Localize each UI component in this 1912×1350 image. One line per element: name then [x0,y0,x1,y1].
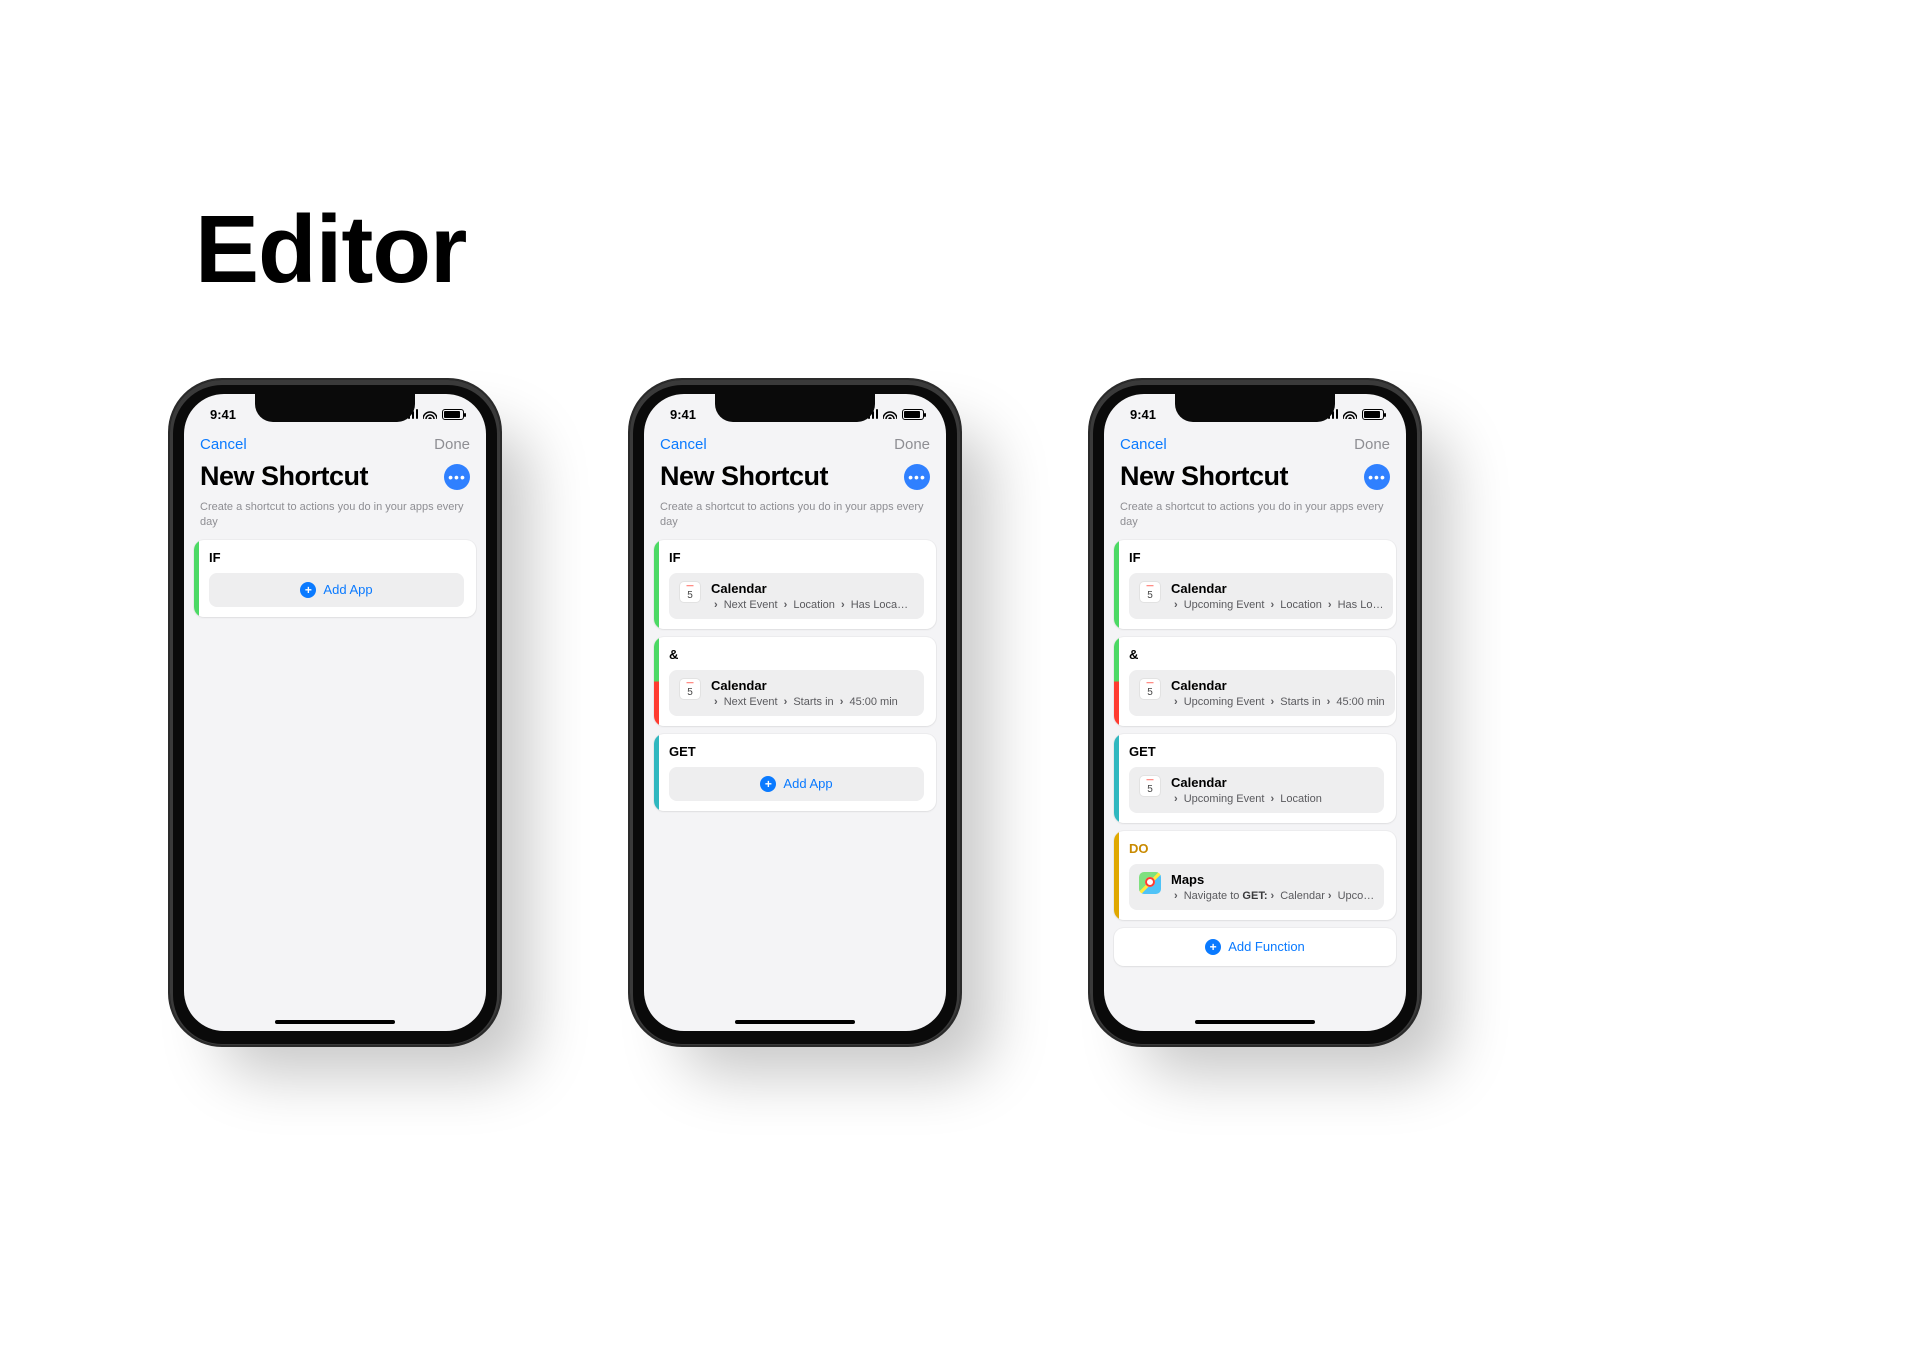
breadcrumb: › Upcoming Event › Location [1171,793,1374,805]
plus-icon: + [760,776,776,792]
page-header: New Shortcut ••• [644,457,946,492]
app-name: Calendar [1171,678,1385,693]
breadcrumb: › Next Event › Location › Has Loca… [711,599,914,611]
done-button[interactable]: Done [1354,436,1390,453]
card-label: DO [1129,841,1384,856]
battery-icon [442,409,464,420]
app-row[interactable]: —5 Calendar › Next Event › Location › Has … [669,573,924,619]
screen-title: New Shortcut [1120,461,1288,492]
cancel-button[interactable]: Cancel [200,436,247,453]
page-header: New Shortcut ••• [1104,457,1406,492]
battery-icon [902,409,924,420]
battery-icon [1362,409,1384,420]
home-indicator [1195,1020,1315,1024]
card-label: IF [1129,550,1393,565]
more-button[interactable]: ••• [904,464,930,490]
editor-content: IF + Add App [184,540,486,617]
plus-icon: + [1205,939,1221,955]
breadcrumb: › Upcoming Event › Location › Has Lo… [1171,599,1383,611]
editor-card: DO Maps › Navigate to GET:› Calendar› Upco… [1114,831,1396,920]
wifi-icon [1343,409,1357,419]
editor-card: IF —5 Calendar › Next Event › Location › Ha… [654,540,936,629]
screen-subtitle: Create a shortcut to actions you do in y… [1104,492,1406,540]
app-row[interactable]: —5 Calendar › Upcoming Event › Starts in ›… [1129,670,1395,716]
status-time: 9:41 [1130,407,1156,422]
screen: 9:41 Cancel Done New Shortcut •••Create a sh… [1104,394,1406,1031]
maps-icon [1139,872,1161,894]
breadcrumb: › Upcoming Event › Starts in › 45:00 min [1171,696,1385,708]
nav-bar: Cancel Done [184,434,486,457]
app-name: Calendar [1171,581,1383,596]
done-button[interactable]: Done [894,436,930,453]
done-button[interactable]: Done [434,436,470,453]
device-frame: 9:41 Cancel Done New Shortcut •••Create a sh… [1090,380,1420,1045]
calendar-icon: —5 [679,581,701,603]
screen-subtitle: Create a shortcut to actions you do in y… [644,492,946,540]
app-row[interactable]: Maps › Navigate to GET:› Calendar› Upco… [1129,864,1384,910]
card-label: IF [669,550,924,565]
screen: 9:41 Cancel Done New Shortcut •••Create a sh… [644,394,946,1031]
add-app-label: Add App [783,776,832,791]
app-row[interactable]: —5 Calendar › Next Event › Starts in › 45:… [669,670,924,716]
editor-card: GET —5 Calendar › Upcoming Event › Location [1114,734,1396,823]
home-indicator [275,1020,395,1024]
breadcrumb: › Next Event › Starts in › 45:00 min [711,696,914,708]
plus-icon: + [300,582,316,598]
screen: 9:41 Cancel Done New Shortcut •••Create a sh… [184,394,486,1031]
screen-title: New Shortcut [200,461,368,492]
notch [715,394,875,422]
calendar-icon: —5 [1139,678,1161,700]
nav-bar: Cancel Done [1104,434,1406,457]
card-label: GET [669,744,924,759]
nav-bar: Cancel Done [644,434,946,457]
phone-row: 9:41CancelDoneNew Shortcut•••Create a sh… [170,380,1420,1045]
device-frame: 9:41 Cancel Done New Shortcut •••Create a sh… [630,380,960,1045]
app-name: Calendar [1171,775,1374,790]
card-label: & [669,647,924,662]
card-label: IF [209,550,464,565]
app-row[interactable]: —5 Calendar › Upcoming Event › Location [1129,767,1384,813]
app-name: Calendar [711,678,914,693]
wifi-icon [883,409,897,419]
add-function-button[interactable]: + Add Function [1114,928,1396,966]
card-label: & [1129,647,1395,662]
editor-card: & —5 Calendar › Upcoming Event › Starts in … [1114,637,1396,726]
editor-card: IF —5 Calendar › Upcoming Event › Location … [1114,540,1396,629]
editor-card: & —5 Calendar › Next Event › Starts in › 45… [654,637,936,726]
editor-card: IF + Add App [194,540,476,617]
add-app-button[interactable]: + Add App [669,767,924,801]
notch [1175,394,1335,422]
app-name: Calendar [711,581,914,596]
home-indicator [735,1020,855,1024]
calendar-icon: —5 [1139,775,1161,797]
editor-content: IF —5 Calendar › Next Event › Location › Ha… [644,540,946,811]
app-name: Maps [1171,872,1374,887]
status-time: 9:41 [210,407,236,422]
editor-card: GET + Add App [654,734,936,811]
card-label: GET [1129,744,1384,759]
page-title: Editor [195,195,466,305]
breadcrumb: › Navigate to GET:› Calendar› Upco… [1171,890,1374,902]
status-time: 9:41 [670,407,696,422]
wifi-icon [423,409,437,419]
calendar-icon: —5 [679,678,701,700]
more-button[interactable]: ••• [444,464,470,490]
cancel-button[interactable]: Cancel [660,436,707,453]
add-app-label: Add App [323,582,372,597]
device-frame: 9:41 Cancel Done New Shortcut •••Create a sh… [170,380,500,1045]
add-app-button[interactable]: + Add App [209,573,464,607]
app-row[interactable]: —5 Calendar › Upcoming Event › Location › … [1129,573,1393,619]
notch [255,394,415,422]
screen-subtitle: Create a shortcut to actions you do in y… [184,492,486,540]
editor-content: IF —5 Calendar › Upcoming Event › Location … [1104,540,1406,966]
page-header: New Shortcut ••• [184,457,486,492]
screen-title: New Shortcut [660,461,828,492]
add-function-label: Add Function [1228,939,1305,954]
calendar-icon: —5 [1139,581,1161,603]
more-button[interactable]: ••• [1364,464,1390,490]
cancel-button[interactable]: Cancel [1120,436,1167,453]
